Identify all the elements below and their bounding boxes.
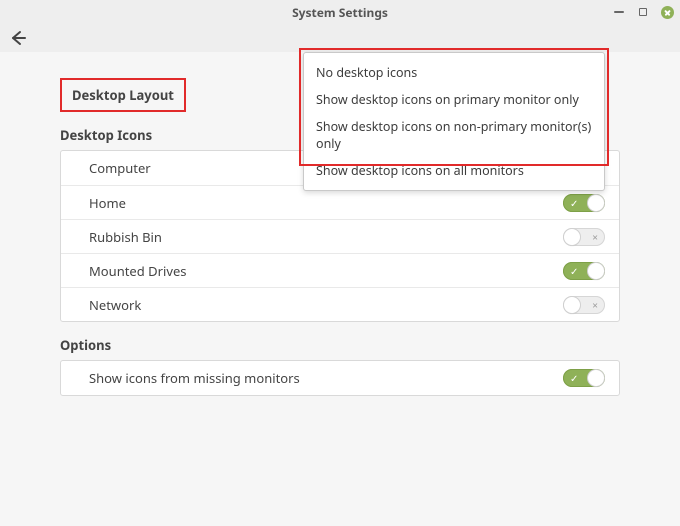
toggle-knob bbox=[588, 195, 604, 211]
label-rubbish-bin: Rubbish Bin bbox=[89, 228, 162, 246]
maximize-icon bbox=[639, 8, 647, 16]
toggle-knob bbox=[564, 229, 580, 245]
back-button[interactable] bbox=[8, 28, 28, 48]
toggle-rubbish-bin[interactable]: × bbox=[563, 228, 605, 246]
row-mounted-drives: Mounted Drives ✓ bbox=[61, 253, 619, 287]
label-mounted-drives: Mounted Drives bbox=[89, 262, 187, 280]
header-toolbar bbox=[0, 24, 680, 52]
label-home: Home bbox=[89, 194, 126, 212]
back-arrow-icon bbox=[8, 28, 28, 48]
toggle-network[interactable]: × bbox=[563, 296, 605, 314]
toggle-knob bbox=[564, 297, 580, 313]
check-icon: ✓ bbox=[570, 373, 578, 383]
cross-icon: × bbox=[592, 300, 598, 310]
close-icon bbox=[661, 6, 674, 19]
minimize-icon bbox=[614, 11, 624, 13]
row-network: Network × bbox=[61, 287, 619, 321]
label-computer: Computer bbox=[89, 159, 151, 177]
toggle-mounted-drives[interactable]: ✓ bbox=[563, 262, 605, 280]
close-button[interactable] bbox=[660, 5, 674, 19]
titlebar: System Settings bbox=[0, 0, 680, 24]
toggle-knob bbox=[588, 370, 604, 386]
maximize-button[interactable] bbox=[636, 5, 650, 19]
check-icon: ✓ bbox=[570, 266, 578, 276]
toggle-knob bbox=[588, 263, 604, 279]
label-missing-monitors: Show icons from missing monitors bbox=[89, 369, 300, 387]
label-network: Network bbox=[89, 296, 141, 314]
row-missing-monitors: Show icons from missing monitors ✓ bbox=[61, 361, 619, 395]
cross-icon: × bbox=[592, 232, 598, 242]
window-title: System Settings bbox=[292, 4, 388, 21]
dropdown-item-all-monitors[interactable]: Show desktop icons on all monitors bbox=[304, 157, 604, 184]
row-rubbish-bin: Rubbish Bin × bbox=[61, 219, 619, 253]
desktop-layout-dropdown[interactable]: No desktop icons Show desktop icons on p… bbox=[303, 52, 605, 191]
check-icon: ✓ bbox=[570, 198, 578, 208]
minimize-button[interactable] bbox=[612, 5, 626, 19]
page-title: Desktop Layout bbox=[60, 78, 186, 112]
window-controls bbox=[612, 0, 674, 24]
toggle-missing-monitors[interactable]: ✓ bbox=[563, 369, 605, 387]
group-header-options: Options bbox=[60, 336, 620, 354]
dropdown-item-non-primary-only[interactable]: Show desktop icons on non-primary monito… bbox=[304, 113, 604, 157]
options-panel: Show icons from missing monitors ✓ bbox=[60, 360, 620, 396]
dropdown-item-no-icons[interactable]: No desktop icons bbox=[304, 59, 604, 86]
toggle-home[interactable]: ✓ bbox=[563, 194, 605, 212]
dropdown-item-primary-only[interactable]: Show desktop icons on primary monitor on… bbox=[304, 86, 604, 113]
